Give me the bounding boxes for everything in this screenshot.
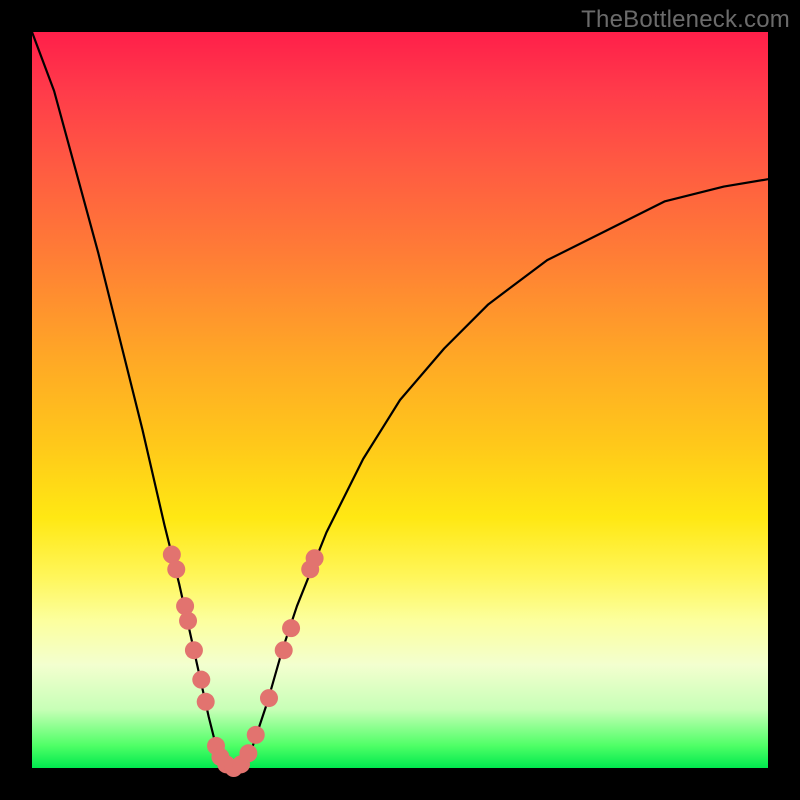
- marker-dot: [192, 671, 210, 689]
- marker-dot: [179, 612, 197, 630]
- bottleneck-curve: [32, 32, 768, 768]
- marker-dot: [275, 641, 293, 659]
- watermark-text: TheBottleneck.com: [581, 6, 790, 34]
- chart-frame: TheBottleneck.com: [0, 0, 800, 800]
- marker-dot: [282, 619, 300, 637]
- marker-dot: [260, 689, 278, 707]
- plot-area: [32, 32, 768, 768]
- plot-svg: [32, 32, 768, 768]
- marker-dot: [239, 744, 257, 762]
- marker-dot: [167, 560, 185, 578]
- marker-dot: [306, 549, 324, 567]
- marker-dot: [197, 693, 215, 711]
- marker-dots-group: [163, 546, 324, 777]
- marker-dot: [247, 726, 265, 744]
- marker-dot: [185, 641, 203, 659]
